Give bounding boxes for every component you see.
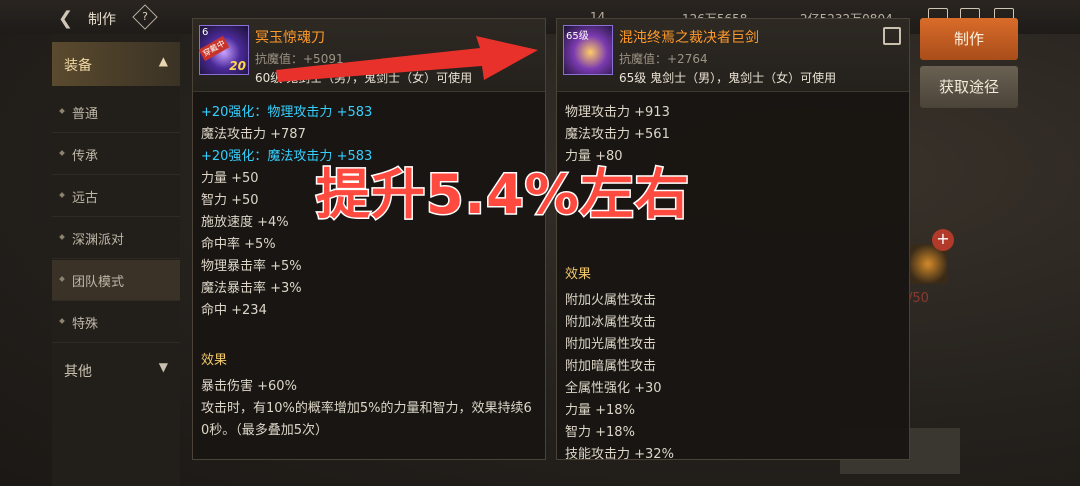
- sidebar-item-ancient[interactable]: 远古: [52, 176, 180, 217]
- diamond-bullet-icon: [59, 318, 65, 324]
- help-icon[interactable]: ?: [132, 4, 158, 30]
- comparison-arrow-icon: [276, 36, 538, 82]
- stat-line: 魔法攻击力 +561: [565, 127, 670, 142]
- effect-line: 暴击伤害 +60%: [201, 379, 297, 394]
- effect-line: 力量 +18%: [565, 403, 635, 418]
- diamond-bullet-icon: [59, 276, 65, 282]
- material-count: /50: [908, 291, 929, 306]
- effect-line: 附加火属性攻击: [565, 293, 657, 308]
- stat-line: 命中率 +5%: [201, 237, 276, 252]
- stat-line: 力量 +50: [201, 171, 259, 186]
- enhance-level-badge: 20: [229, 59, 246, 73]
- upgrade-caption: 提升5.4%左右: [315, 162, 691, 228]
- effect-line: 附加光属性攻击: [565, 337, 657, 352]
- sidebar-category-equipment[interactable]: 装备 ▲: [52, 42, 180, 86]
- effect-section-title: 效果: [565, 267, 592, 282]
- sidebar-item-special[interactable]: 特殊: [52, 302, 180, 343]
- effect-line: 0秒。（最多叠加5次）: [201, 423, 329, 438]
- stat-line: 物理暴击率 +5%: [201, 259, 302, 274]
- target-item-tooltip: 65级 混沌终焉之裁决者巨剑 抗魔值：+2764 65级 鬼剑士（男），鬼剑士（…: [556, 18, 910, 462]
- item-class-requirement: 65级 鬼剑士（男），鬼剑士（女）可使用: [619, 71, 837, 85]
- diamond-bullet-icon: [59, 150, 65, 156]
- sidebar-item-normal[interactable]: 普通: [52, 92, 180, 133]
- sidebar-item-heritage[interactable]: 传承: [52, 134, 180, 175]
- stat-line: +20强化：物理攻击力 +583: [201, 105, 373, 120]
- diamond-bullet-icon: [59, 234, 65, 240]
- effect-line: 技能攻击力 +32%: [565, 447, 674, 462]
- craft-button[interactable]: 制作: [920, 18, 1018, 60]
- effect-line: 攻击时，有10%的概率增加5%的力量和智力，效果持续6: [201, 401, 532, 416]
- effect-line: 全属性强化 +30: [565, 381, 662, 396]
- sidebar-item-abyss-party[interactable]: 深渊派对: [52, 218, 180, 259]
- effect-line: 附加冰属性攻击: [565, 315, 657, 330]
- level-tag: 65级: [566, 31, 589, 42]
- add-material-icon[interactable]: +: [932, 229, 954, 251]
- chevron-down-icon: ▼: [158, 360, 168, 374]
- diamond-bullet-icon: [59, 192, 65, 198]
- item-name: 混沌终焉之裁决者巨剑: [619, 30, 759, 46]
- effect-line: 智力 +18%: [565, 425, 635, 440]
- back-arrow-icon[interactable]: ❮: [58, 8, 73, 29]
- equipped-badge: 穿戴中: [198, 35, 230, 62]
- effect-section-title: 效果: [201, 353, 228, 368]
- item-resist-value: 抗魔值：+2764: [619, 52, 708, 66]
- stat-line: 魔法暴击率 +3%: [201, 281, 302, 296]
- stat-line: 魔法攻击力 +787: [201, 127, 306, 142]
- category-sidebar: 装备 ▲ 普通 传承 远古 深渊派对 团队模式 特殊 其他 ▼: [52, 34, 180, 486]
- level-tag: 6: [202, 27, 209, 38]
- diamond-bullet-icon: [59, 108, 65, 114]
- effect-line: 附加暗属性攻击: [565, 359, 657, 374]
- item-header: 65级 混沌终焉之裁决者巨剑 抗魔值：+2764 65级 鬼剑士（男），鬼剑士（…: [557, 19, 909, 92]
- stat-line: 施放速度 +4%: [201, 215, 289, 230]
- stat-line: 物理攻击力 +913: [565, 105, 670, 120]
- chevron-up-icon: ▲: [158, 54, 168, 68]
- acquire-route-button[interactable]: 获取途径: [920, 66, 1018, 108]
- sword-icon: 6 穿戴中 20: [198, 25, 249, 75]
- share-icon[interactable]: [883, 27, 901, 45]
- stat-line: 智力 +50: [201, 193, 259, 208]
- sidebar-category-other[interactable]: 其他 ▼: [52, 348, 180, 392]
- page-title: 制作: [88, 12, 116, 28]
- stat-line: 命中 +234: [201, 303, 267, 318]
- greatsword-icon: 65级: [563, 25, 613, 75]
- sidebar-item-team-mode[interactable]: 团队模式: [52, 260, 180, 301]
